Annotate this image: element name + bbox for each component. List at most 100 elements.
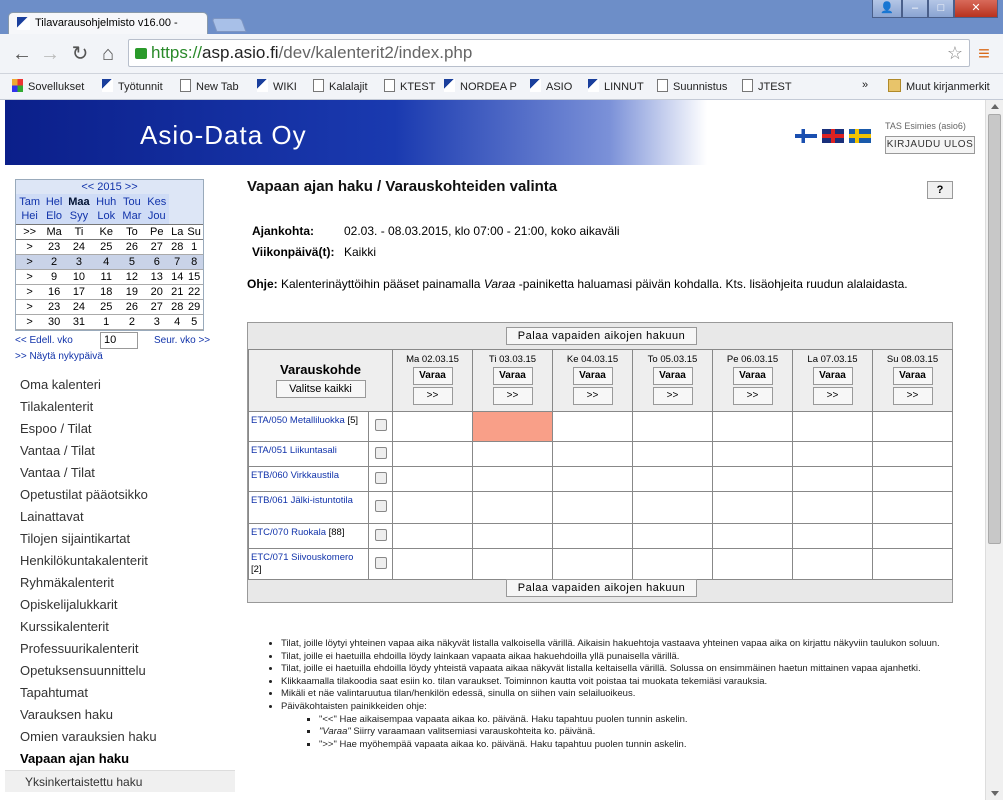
- bookmark-item[interactable]: Suunnistus: [657, 79, 727, 93]
- availability-cell[interactable]: [792, 491, 873, 524]
- month-link[interactable]: Hei: [16, 209, 44, 224]
- availability-cell[interactable]: [632, 523, 713, 549]
- address-bar[interactable]: https://asp.asio.fi/dev/kalenterit2/inde…: [128, 39, 970, 67]
- calendar-day[interactable]: 10: [64, 269, 93, 285]
- nav-item[interactable]: Omien varauksien haku: [5, 726, 235, 748]
- bookmark-item[interactable]: NORDEA P: [444, 79, 517, 93]
- week-select[interactable]: >: [16, 299, 44, 315]
- forward-icon[interactable]: →: [38, 42, 62, 66]
- menu-icon[interactable]: ≡: [972, 42, 996, 66]
- nav-item[interactable]: Oma kalenteri: [5, 374, 235, 396]
- resource-link[interactable]: ETB/060 Virkkaustila: [251, 470, 339, 481]
- availability-cell[interactable]: [552, 441, 633, 467]
- resource-checkbox[interactable]: [374, 419, 387, 431]
- nav-item-active[interactable]: Vapaan ajan haku: [5, 748, 235, 770]
- nav-item[interactable]: Opiskelijalukkarit: [5, 594, 235, 616]
- nav-item[interactable]: Varauksen haku: [5, 704, 235, 726]
- nav-item[interactable]: Ryhmäkalenterit: [5, 572, 235, 594]
- calendar-day[interactable]: 25: [92, 299, 120, 315]
- calendar-day[interactable]: 20: [144, 284, 170, 300]
- bookmark-item[interactable]: LINNUT: [588, 79, 644, 93]
- scrollbar-thumb[interactable]: [988, 114, 1001, 544]
- calendar-day[interactable]: 5: [185, 314, 203, 330]
- availability-cell[interactable]: [552, 491, 633, 524]
- swedish-flag-icon[interactable]: [849, 129, 871, 143]
- reload-icon[interactable]: ↻: [68, 42, 92, 66]
- week-select[interactable]: >: [16, 314, 44, 330]
- availability-cell[interactable]: [712, 548, 793, 580]
- availability-cell[interactable]: [472, 411, 553, 442]
- calendar-day[interactable]: 27: [144, 299, 170, 315]
- availability-cell[interactable]: [712, 523, 793, 549]
- calendar-day[interactable]: 1: [185, 239, 203, 255]
- calendar-day[interactable]: 22: [185, 284, 203, 300]
- availability-cell[interactable]: [792, 523, 873, 549]
- bookmark-item[interactable]: New Tab: [180, 79, 239, 93]
- calendar-day[interactable]: 15: [185, 269, 203, 285]
- next-slot-button[interactable]: >>: [732, 387, 773, 405]
- calendar-year-nav[interactable]: << 2015 >>: [16, 180, 203, 194]
- nav-item[interactable]: Professuurikalenterit: [5, 638, 235, 660]
- availability-cell[interactable]: [392, 411, 473, 442]
- show-today-link[interactable]: >> Näytä nykypäivä: [15, 351, 103, 362]
- calendar-day[interactable]: 2: [119, 314, 145, 330]
- home-icon[interactable]: ⌂: [96, 42, 120, 66]
- nav-item[interactable]: Tapahtumat: [5, 682, 235, 704]
- bookmarks-more[interactable]: »: [862, 79, 868, 91]
- resource-link[interactable]: ETC/070 Ruokala: [251, 527, 326, 538]
- bookmark-item[interactable]: Kalalajit: [313, 79, 368, 93]
- resource-checkbox[interactable]: [374, 556, 387, 569]
- availability-cell[interactable]: [392, 466, 473, 492]
- next-slot-button[interactable]: >>: [892, 387, 933, 405]
- calendar-day[interactable]: 3: [64, 254, 93, 270]
- calendar-day[interactable]: 3: [144, 314, 170, 330]
- availability-cell[interactable]: [392, 491, 473, 524]
- minimize-button[interactable]: –: [902, 0, 928, 18]
- availability-cell[interactable]: [552, 523, 633, 549]
- availability-cell[interactable]: [552, 548, 633, 580]
- next-slot-button[interactable]: >>: [492, 387, 533, 405]
- return-search-button-bottom[interactable]: Palaa vapaiden aikojen hakuun: [506, 579, 697, 597]
- new-tab-button[interactable]: [211, 18, 247, 32]
- varaa-button[interactable]: Varaa: [812, 367, 853, 385]
- month-link[interactable]: Lok: [92, 209, 120, 224]
- prev-week-link[interactable]: << Edell. vko: [15, 335, 73, 346]
- bookmark-item[interactable]: ASIO: [530, 79, 572, 93]
- calendar-day[interactable]: 13: [144, 269, 170, 285]
- month-link[interactable]: Huh: [92, 194, 120, 209]
- calendar-day[interactable]: 5: [119, 254, 145, 270]
- calendar-day[interactable]: 29: [185, 299, 203, 315]
- availability-cell[interactable]: [712, 411, 793, 442]
- availability-cell[interactable]: [712, 441, 793, 467]
- month-link[interactable]: Kes: [144, 194, 170, 209]
- calendar-day[interactable]: 14: [169, 269, 186, 285]
- calendar-day[interactable]: 25: [92, 239, 120, 255]
- nav-item[interactable]: Vantaa / Tilat: [5, 462, 235, 484]
- calendar-day[interactable]: 23: [43, 239, 65, 255]
- availability-cell[interactable]: [872, 441, 953, 467]
- next-slot-button[interactable]: >>: [572, 387, 613, 405]
- calendar-day[interactable]: 7: [169, 254, 186, 270]
- calendar-day[interactable]: 27: [144, 239, 170, 255]
- month-link[interactable]: Maa: [64, 194, 93, 209]
- availability-cell[interactable]: [872, 411, 953, 442]
- select-all-button[interactable]: Valitse kaikki: [275, 380, 366, 398]
- calendar-day[interactable]: 16: [43, 284, 65, 300]
- bookmark-item[interactable]: KTEST: [384, 79, 435, 93]
- varaa-button[interactable]: Varaa: [892, 367, 933, 385]
- finnish-flag-icon[interactable]: [795, 129, 817, 143]
- nav-subitem[interactable]: Yksinkertaistettu haku: [5, 770, 235, 792]
- resource-checkbox[interactable]: [374, 471, 387, 484]
- nav-item[interactable]: Tilojen sijaintikartat: [5, 528, 235, 550]
- availability-cell[interactable]: [392, 548, 473, 580]
- calendar-day[interactable]: 24: [64, 239, 93, 255]
- bookmark-item[interactable]: Työtunnit: [102, 79, 163, 93]
- month-link[interactable]: Hel: [43, 194, 65, 209]
- availability-cell[interactable]: [392, 523, 473, 549]
- varaa-button[interactable]: Varaa: [492, 367, 533, 385]
- week-input[interactable]: 10: [100, 332, 138, 349]
- calendar-day[interactable]: 6: [144, 254, 170, 270]
- calendar-day[interactable]: 11: [92, 269, 120, 285]
- varaa-button[interactable]: Varaa: [572, 367, 613, 385]
- star-icon[interactable]: ☆: [947, 40, 963, 66]
